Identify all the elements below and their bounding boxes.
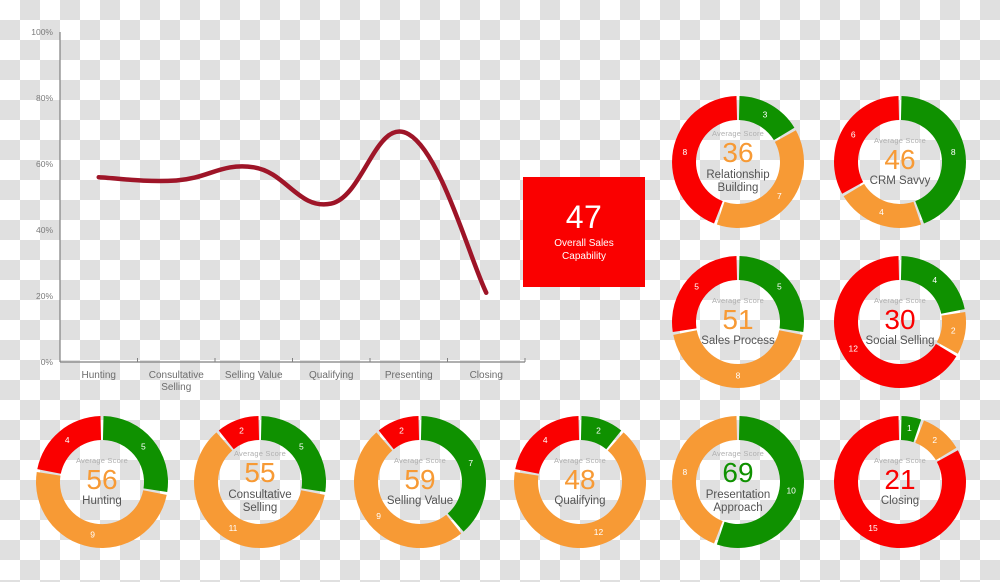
donut-gauge-closing: 1 2 15 Average Score 21 Closing — [830, 412, 970, 552]
x-axis-category-labels: Hunting ConsultativeSelling Selling Value Q… — [82, 370, 503, 393]
donut-segment-value: 8 — [682, 147, 687, 157]
donut-segment-value: 8 — [682, 467, 687, 477]
donut-segment-green — [900, 256, 965, 314]
donut-gauge-hunting: 5 9 4 Average Score 56 Hunting — [32, 412, 172, 552]
donut-svg: 3 7 8 — [672, 96, 804, 229]
donut-segment-orange — [353, 432, 462, 549]
y-tick-label: 0% — [41, 357, 54, 367]
donut-segment-green — [260, 416, 326, 492]
donut-segment-red — [515, 416, 580, 474]
donut-segment-orange — [843, 183, 922, 229]
donut-segment-value: 2 — [399, 426, 404, 436]
donut-segment-value: 5 — [299, 442, 304, 452]
donut-segment-value: 9 — [376, 511, 381, 521]
donut-segment-value: 15 — [868, 523, 878, 533]
donut-gauge-consultative-selling: 5 11 2 Average Score 55 Consultative Selling — [190, 412, 330, 552]
donut-svg: 4 2 12 — [833, 256, 966, 389]
donut-svg: 1 2 15 — [833, 416, 966, 549]
donut-segment-red — [834, 96, 900, 194]
donut-svg: 5 9 4 — [36, 416, 168, 548]
donut-segment-value: 9 — [90, 529, 95, 539]
donut-segment-value: 5 — [141, 442, 146, 452]
donut-segment-value: 3 — [763, 109, 768, 119]
y-tick-label: 100% — [31, 27, 53, 37]
donut-gauge-qualifying: 2 12 4 Average Score 48 Qualifying — [510, 412, 650, 552]
donut-segment-value: 6 — [851, 129, 856, 139]
x-axis-label: Presenting — [385, 370, 433, 381]
donut-segment-value: 2 — [951, 326, 956, 336]
donut-segment-value: 2 — [932, 435, 937, 445]
donut-svg: 5 8 5 — [672, 256, 804, 388]
score-trend-line — [96, 129, 489, 295]
donut-segment-value: 8 — [951, 147, 956, 157]
donut-segment-value: 12 — [594, 527, 604, 537]
donut-gauge-crm-savvy: 8 4 6 Average Score 46 CRM Savvy — [830, 92, 970, 232]
x-axis-label: Selling Value — [225, 370, 283, 381]
capability-line-chart: 0% 20% 40% 60% 80% 100% Hunting Consultative Se… — [0, 0, 560, 400]
donut-svg: 5 11 2 — [193, 416, 326, 549]
donut-segment-value: 4 — [65, 435, 70, 445]
x-axis-label: Closing — [470, 370, 503, 381]
donut-gauge-social-selling: 4 2 12 Average Score 30 Social Selling — [830, 252, 970, 392]
donut-gauge-presentation-approach: 10 8 Average Score 69 Presentation Approach — [668, 412, 808, 552]
donut-segment-value: 4 — [932, 275, 937, 285]
overall-score-label: Overall Sales Capability — [554, 238, 614, 262]
donut-svg: 7 9 2 — [353, 416, 486, 549]
donut-svg: 8 4 6 — [834, 96, 966, 229]
donut-segment-green — [102, 416, 168, 492]
y-tick-labels: 0% 20% 40% 60% 80% 100% — [31, 27, 53, 367]
donut-segment-value: 4 — [879, 207, 884, 217]
donut-segment-red — [37, 416, 102, 474]
donut-segment-green — [738, 256, 804, 332]
donut-segment-value: 5 — [694, 282, 699, 292]
x-axis-label: Consultative — [149, 370, 204, 381]
donut-segment-value: 8 — [736, 370, 741, 380]
donut-svg: 2 12 4 — [514, 416, 647, 549]
donut-segment-value: 2 — [596, 426, 601, 436]
donut-segment-value: 7 — [468, 458, 473, 468]
x-axis-label: Hunting — [82, 370, 116, 381]
donut-segment-value: 10 — [786, 486, 796, 496]
overall-score-value: 47 — [565, 199, 603, 235]
donut-gauge-sales-process: 5 8 5 Average Score 51 Sales Process — [668, 252, 808, 392]
donut-segment-value: 12 — [848, 343, 858, 353]
overall-sales-capability-card: 47 Overall Sales Capability — [523, 177, 645, 287]
donut-segment-value: 2 — [239, 426, 244, 436]
y-tick-label: 80% — [36, 93, 53, 103]
donut-svg: 10 8 — [672, 416, 804, 549]
y-tick-label: 40% — [36, 225, 53, 235]
donut-segment-green — [420, 416, 486, 532]
donut-segment-value: 1 — [907, 423, 912, 433]
donut-segment-red — [672, 256, 738, 332]
donut-segment-value: 5 — [777, 282, 782, 292]
donut-segment-value: 7 — [777, 191, 782, 201]
y-tick-label: 60% — [36, 159, 53, 169]
donut-segment-orange — [716, 130, 804, 229]
line-chart-svg: 0%20%40%60%80%100% Hunting ConsultativeSe… — [31, 27, 526, 393]
donut-segment-value: 4 — [543, 435, 548, 445]
donut-gauge-selling-value: 7 9 2 Average Score 59 Selling Value — [350, 412, 490, 552]
donut-gauge-relationship-building: 3 7 8 Average Score 36 Relationship Building — [668, 92, 808, 232]
x-axis-label: Selling — [161, 382, 191, 393]
donut-segment-value: 11 — [229, 523, 238, 533]
y-tick-label: 20% — [36, 291, 53, 301]
x-axis-label: Qualifying — [309, 370, 353, 381]
